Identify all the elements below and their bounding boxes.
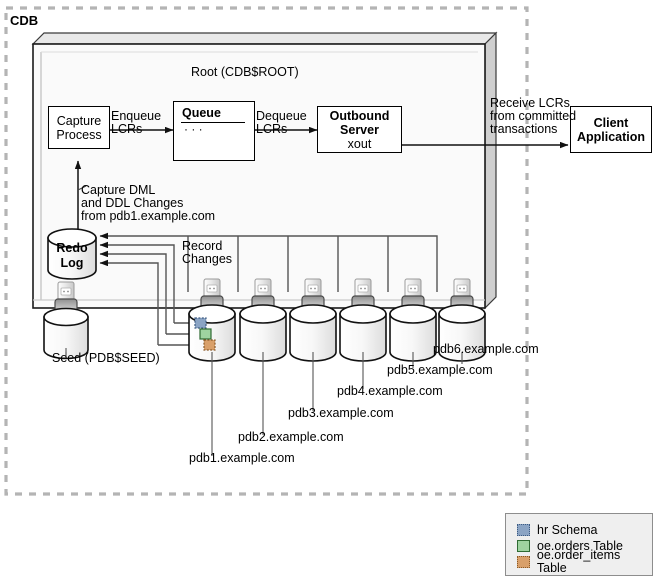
hr-schema-swatch-icon [517, 524, 530, 536]
legend-item-oe-order-items: oe.order_items Table [517, 549, 652, 575]
pdb-label-4: pdb4.example.com [337, 384, 443, 398]
legend-panel: hr Schema oe.orders Table oe.order_items… [505, 513, 653, 576]
outbound-server-sub: xout [347, 136, 372, 151]
client-application-label: Client Application [576, 115, 646, 144]
capture-process-node[interactable]: Capture Process [48, 106, 110, 149]
legend-label-1: hr Schema [537, 522, 598, 537]
legend-item-hr-schema: hr Schema [517, 523, 597, 537]
cdb-label: CDB [10, 13, 39, 28]
receive-lcrs-label: Receive LCRs from committed transactions [490, 96, 577, 136]
queue-node[interactable]: Queue · · · [173, 101, 255, 161]
root-label: Root (CDB$ROOT) [191, 65, 299, 79]
outbound-server-title: Outbound Server [329, 108, 390, 137]
redo-log-label: Redo Log [56, 241, 88, 270]
pdb-label-1: pdb1.example.com [189, 451, 295, 465]
capture-process-label: Capture Process [56, 113, 102, 142]
diagram-vector-layer [4, 6, 569, 496]
dequeue-lcrs-label: Dequeue LCRs [256, 109, 307, 136]
pdb-label-6: pdb6.example.com [433, 342, 539, 356]
queue-dots: · · · [184, 122, 203, 136]
record-changes-label: Record Changes [182, 239, 233, 266]
seed-label: Seed (PDB$SEED) [52, 351, 160, 365]
legend-label-3: oe.order_items Table [536, 548, 621, 575]
client-application-node[interactable]: Client Application [570, 106, 652, 153]
capture-changes-label: Capture DML and DDL Changes from pdb1.ex… [81, 183, 216, 223]
pdb-label-2: pdb2.example.com [238, 430, 344, 444]
oe-order-items-swatch-icon [517, 556, 530, 568]
outbound-server-node[interactable]: Outbound Server xout [317, 106, 402, 153]
diagram-canvas: CDB Root (CDB$ROOT) Capture Process Queu… [0, 0, 657, 579]
pdb-label-3: pdb3.example.com [288, 406, 394, 420]
pdb-label-5: pdb5.example.com [387, 363, 493, 377]
enqueue-lcrs-label: Enqueue LCRs [111, 109, 162, 136]
oe-orders-swatch-icon [517, 540, 530, 552]
queue-title: Queue [182, 106, 221, 120]
